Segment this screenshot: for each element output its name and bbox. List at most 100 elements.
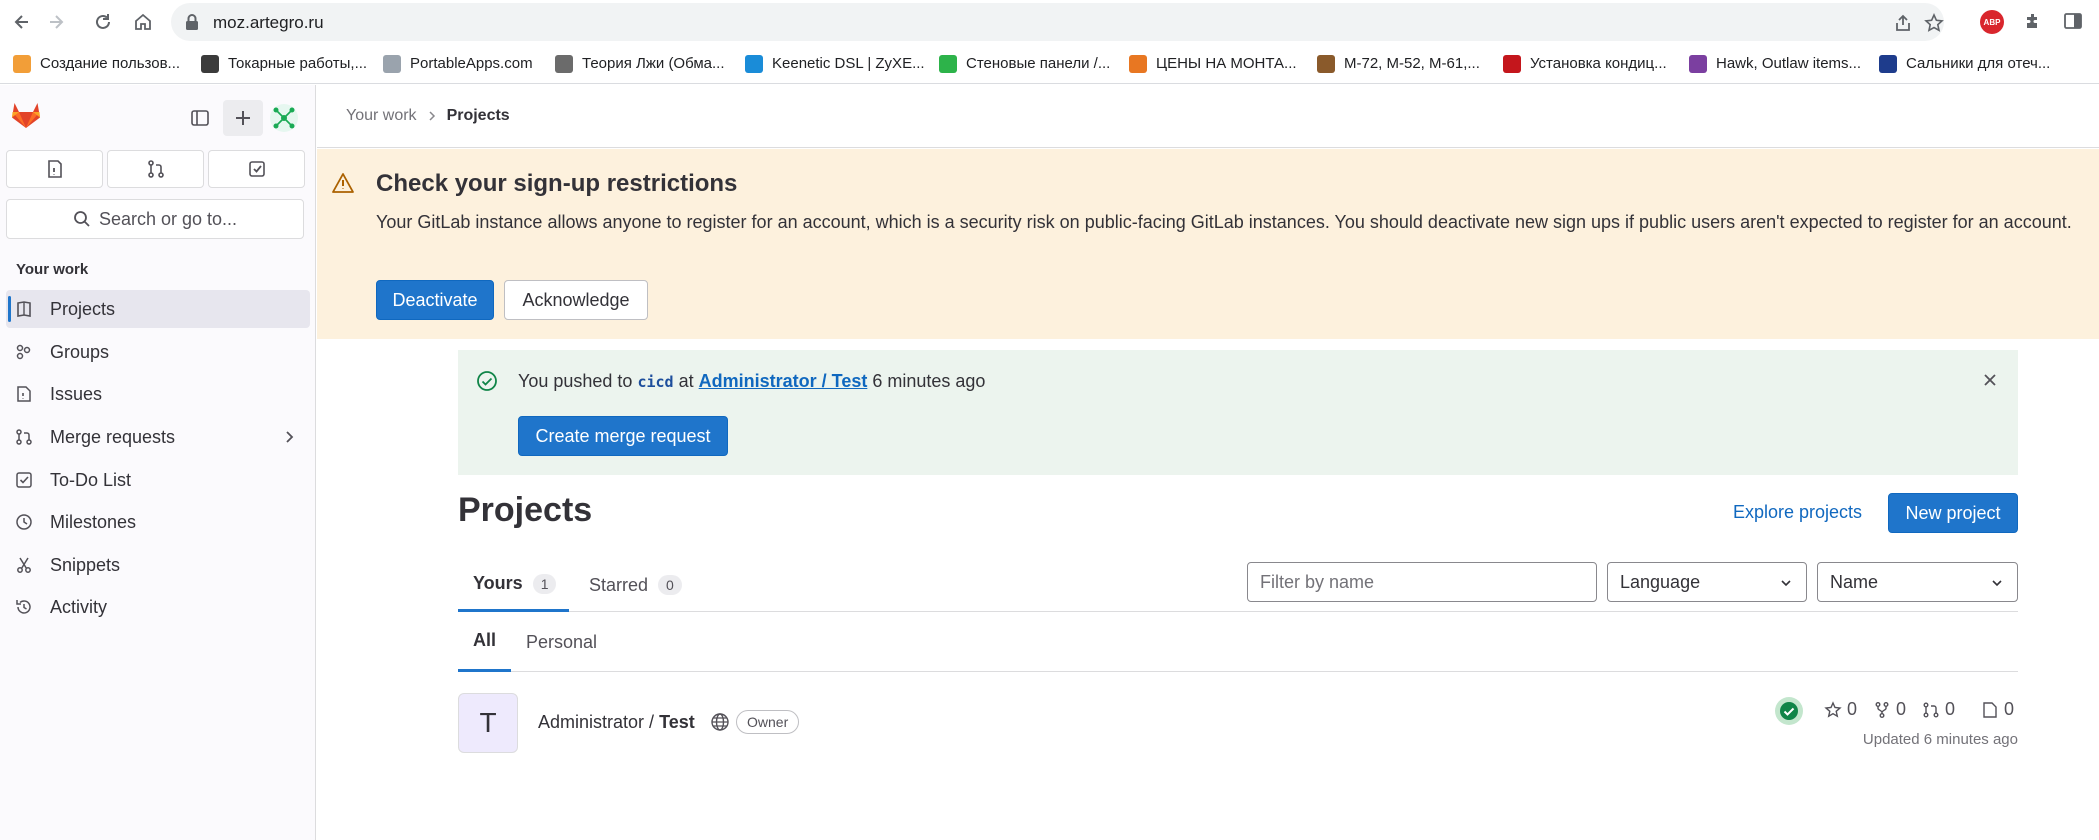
close-icon[interactable] — [1980, 370, 2000, 390]
sidebar-item-label: To-Do List — [50, 469, 132, 490]
bookmark-item[interactable]: M-72, M-52, M-61,... — [1317, 54, 1503, 73]
todo-quick-button[interactable] — [208, 150, 305, 188]
fork-icon — [1873, 701, 1891, 719]
tab-count-badge: 1 — [532, 573, 557, 594]
tab-count-badge: 0 — [658, 575, 682, 595]
language-select[interactable]: Language — [1607, 562, 1807, 602]
acknowledge-button[interactable]: Acknowledge — [504, 280, 648, 320]
sidebar-item-projects[interactable]: Projects — [6, 290, 310, 328]
project-name-link[interactable]: Administrator / Test — [538, 712, 695, 733]
forks-count[interactable]: 0 — [1873, 699, 1906, 720]
todo-icon — [14, 470, 34, 490]
warning-icon — [332, 172, 354, 194]
bookmark-item[interactable]: Стеновые панели /... — [939, 54, 1129, 73]
assigned-issues-button[interactable] — [6, 150, 103, 188]
milestone-icon — [14, 512, 34, 532]
bookmark-label: Токарные работы,... — [228, 55, 368, 72]
bookmark-item[interactable]: Keenetic DSL | ZyXE... — [745, 54, 939, 73]
branch-name: cicd — [637, 373, 674, 391]
bookmark-label: Стеновые панели /... — [966, 55, 1111, 72]
sidebar-item-groups[interactable]: Groups — [6, 333, 310, 371]
tab-label: Starred — [589, 574, 649, 595]
pipeline-passed-icon[interactable] — [1775, 697, 1803, 725]
gitlab-logo-icon[interactable] — [10, 99, 42, 131]
bookmark-star-icon[interactable] — [1922, 11, 1946, 35]
tab-yours[interactable]: Yours 1 — [458, 558, 569, 612]
project-avatar[interactable]: T — [458, 693, 518, 753]
banner-body: Your GitLab instance allows anyone to re… — [376, 212, 2072, 232]
merge-requests-count[interactable]: 0 — [1922, 699, 1955, 720]
issues-icon — [1981, 701, 1999, 719]
address-bar[interactable]: moz.artegro.ru — [171, 3, 1944, 41]
breadcrumb-projects[interactable]: Projects — [447, 107, 510, 125]
updated-timestamp: Updated 6 minutes ago — [1862, 731, 2018, 748]
create-merge-request-button[interactable]: Create merge request — [518, 416, 728, 456]
filter-by-name-input[interactable] — [1247, 562, 1597, 602]
url-text[interactable]: moz.artegro.ru — [213, 13, 324, 33]
chevron-down-icon — [1780, 577, 1792, 589]
search-input[interactable]: Search or go to... — [6, 199, 304, 239]
bookmark-item[interactable]: Установка кондиц... — [1503, 54, 1689, 73]
merge-request-icon — [1922, 701, 1940, 719]
search-icon — [74, 211, 90, 227]
new-project-button[interactable]: New project — [1888, 493, 2018, 533]
sidebar-item-todo[interactable]: To-Do List — [6, 461, 310, 499]
forward-button[interactable] — [40, 6, 72, 38]
favicon-icon — [1879, 54, 1897, 73]
bookmark-item[interactable]: ЦЕНЫ НА МОНТА... — [1129, 54, 1317, 73]
tab-starred[interactable]: Starred 0 — [583, 558, 682, 612]
tab-personal[interactable]: Personal — [526, 612, 597, 672]
language-select-value: Language — [1620, 571, 1701, 592]
bookmark-item[interactable]: Теория Лжи (Обма... — [555, 54, 745, 73]
tab-all[interactable]: All — [458, 612, 511, 672]
banner-title: Check your sign-up restrictions — [376, 170, 738, 197]
browser-toolbar: moz.artegro.ru ABP — [0, 0, 2099, 44]
sidebar-item-activity[interactable]: Activity — [6, 588, 310, 626]
extensions-icon[interactable] — [2020, 8, 2046, 34]
share-icon[interactable] — [1891, 11, 1915, 35]
home-button[interactable] — [127, 6, 159, 38]
bookmark-item[interactable]: Сальники для отеч... — [1879, 54, 2059, 73]
sidebar-item-issues[interactable]: Issues — [6, 375, 310, 413]
back-button[interactable] — [6, 6, 38, 38]
sidebar: Search or go to... Your work Projects Gr… — [0, 85, 316, 840]
side-panel-icon[interactable] — [2060, 8, 2086, 34]
merge-requests-quick-button[interactable] — [107, 150, 204, 188]
user-avatar[interactable] — [270, 104, 298, 132]
sidebar-item-label: Milestones — [50, 511, 137, 532]
create-new-button[interactable] — [223, 100, 263, 136]
adblock-extension-icon[interactable]: ABP — [1980, 10, 2004, 34]
chevron-down-icon — [1991, 577, 2003, 589]
merge-requests-value: 0 — [1945, 699, 1956, 719]
section-title: Your work — [16, 261, 89, 278]
explore-projects-link[interactable]: Explore projects — [1733, 502, 1862, 523]
deactivate-button[interactable]: Deactivate — [376, 280, 494, 320]
issues-count[interactable]: 0 — [1981, 699, 2014, 720]
bookmark-label: M-72, M-52, M-61,... — [1344, 55, 1480, 72]
star-icon — [1824, 700, 1842, 719]
bookmark-item[interactable]: Токарные работы,... — [201, 54, 383, 73]
breadcrumb: Your work Projects — [317, 85, 2099, 148]
bookmark-item[interactable]: Создание пользов... — [13, 54, 201, 73]
favicon-icon — [13, 54, 31, 73]
bookmark-item[interactable]: PortableApps.com — [383, 54, 555, 73]
chevron-right-icon[interactable] — [282, 428, 296, 446]
toggle-sidebar-button[interactable] — [180, 100, 220, 136]
favicon-icon — [1129, 54, 1147, 73]
sidebar-item-merge-requests[interactable]: Merge requests — [6, 418, 310, 456]
sidebar-item-snippets[interactable]: Snippets — [6, 546, 310, 584]
bookmark-item[interactable]: Hawk, Outlaw items... — [1689, 54, 1879, 73]
sidebar-item-label: Issues — [50, 383, 103, 404]
breadcrumb-your-work[interactable]: Your work — [346, 107, 417, 125]
favicon-icon — [383, 54, 401, 73]
project-link[interactable]: Administrator / Test — [699, 371, 868, 391]
reload-button[interactable] — [87, 6, 119, 38]
sidebar-item-milestones[interactable]: Milestones — [6, 503, 310, 541]
lock-icon[interactable] — [185, 13, 199, 31]
sort-select[interactable]: Name — [1817, 562, 2018, 602]
project-namespace: Administrator / — [538, 712, 655, 732]
bookmark-label: Теория Лжи (Обма... — [582, 55, 725, 72]
table-row[interactable]: T Administrator / Test Owner 0 0 0 0 Upd… — [458, 693, 2018, 753]
stars-count[interactable]: 0 — [1824, 699, 1857, 720]
favicon-icon — [939, 54, 957, 73]
